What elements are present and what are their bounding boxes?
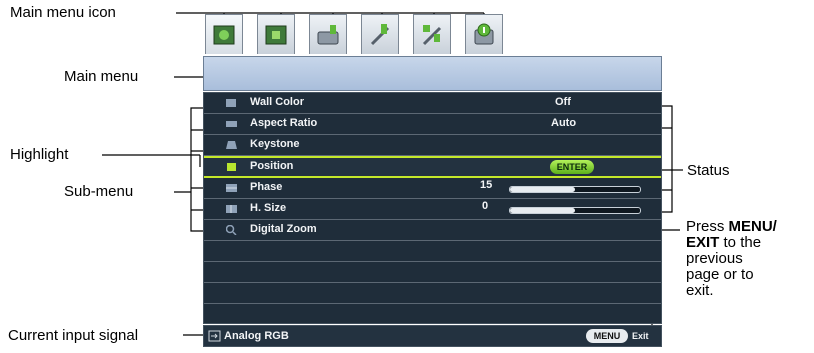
- input-signal-text: Analog RGB: [224, 330, 289, 342]
- keystone-icon: [226, 141, 237, 149]
- tab-settings-basic[interactable]: [361, 14, 399, 54]
- wall-color-icon: [226, 99, 236, 107]
- sub-menu-panel: Wall Color Off Aspect Ratio Auto Keyston…: [203, 92, 662, 324]
- tab-picture[interactable]: [205, 14, 243, 54]
- press-page-or-to: page or to: [686, 266, 754, 283]
- tab-display[interactable]: [309, 14, 347, 54]
- h-size-icon: [226, 205, 237, 213]
- main-menu-title-bar: [203, 56, 662, 91]
- menu-status-bar: Analog RGB MENU Exit: [203, 325, 662, 347]
- digital-zoom-icon: [226, 225, 237, 235]
- menu-item-label: Digital Zoom: [250, 223, 317, 235]
- main-menu-icon-label: Main menu icon: [10, 4, 116, 21]
- tab-picture-advanced[interactable]: [257, 14, 295, 54]
- main-menu-label: Main menu: [64, 68, 139, 85]
- menu-row-empty: [204, 283, 661, 304]
- input-source-icon: [208, 330, 221, 342]
- menu-item-label: Phase: [250, 181, 283, 193]
- phase-slider[interactable]: [509, 186, 641, 193]
- menu-row-aspect-ratio[interactable]: Aspect Ratio Auto: [204, 114, 661, 135]
- press-previous: previous: [686, 250, 743, 267]
- enter-button[interactable]: ENTER: [550, 160, 594, 174]
- menu-row-phase[interactable]: Phase 15: [204, 178, 661, 199]
- menu-button[interactable]: MENU: [586, 329, 628, 343]
- menu-item-value: Auto: [551, 117, 577, 129]
- tab-information[interactable]: [465, 14, 503, 54]
- aspect-ratio-icon: [226, 121, 237, 127]
- h-size-slider[interactable]: [509, 207, 641, 214]
- menu-row-empty: [204, 304, 661, 323]
- press-exit-bold: EXIT: [686, 234, 720, 251]
- menu-item-value: 15: [480, 179, 493, 191]
- h-size-slider-fill: [510, 208, 575, 213]
- menu-row-position[interactable]: Position ENTER: [204, 156, 661, 178]
- menu-item-label: Aspect Ratio: [250, 117, 318, 129]
- menu-row-keystone[interactable]: Keystone: [204, 135, 661, 156]
- menu-row-empty: [204, 241, 661, 262]
- current-input-signal-label: Current input signal: [8, 327, 139, 344]
- press-exit-period: exit.: [686, 282, 714, 299]
- press-menu-exit-label: Press MENU/ EXIT to the previous page or…: [686, 219, 777, 299]
- menu-item-value: 0: [482, 200, 489, 212]
- menu-row-digital-zoom[interactable]: Digital Zoom: [204, 220, 661, 241]
- display-tab-icon: [317, 25, 339, 45]
- press-menu-bold: MENU/: [728, 218, 777, 235]
- menu-row-h-size[interactable]: H. Size 0: [204, 199, 661, 220]
- menu-row-empty: [204, 262, 661, 283]
- phase-icon: [226, 184, 237, 192]
- status-label: Status: [687, 162, 730, 179]
- settings-advanced-tab-icon: [422, 25, 442, 46]
- sub-menu-label: Sub-menu: [64, 183, 134, 200]
- information-tab-icon: [474, 23, 494, 45]
- highlight-label: Highlight: [10, 146, 69, 163]
- picture-tab-icon: [213, 25, 235, 45]
- exit-label: Exit: [632, 331, 649, 341]
- picture-advanced-tab-icon: [265, 25, 287, 45]
- menu-row-wall-color[interactable]: Wall Color Off: [204, 93, 661, 114]
- phase-slider-fill: [510, 187, 575, 192]
- menu-item-label: H. Size: [250, 202, 287, 214]
- settings-basic-tab-icon: [370, 24, 390, 46]
- tab-settings-advanced[interactable]: [413, 14, 451, 54]
- press-text: Press: [686, 218, 729, 235]
- menu-item-label: Keystone: [250, 138, 300, 150]
- position-icon: [227, 163, 236, 171]
- menu-item-value: Off: [555, 96, 571, 108]
- press-to-the: to the: [719, 234, 762, 251]
- menu-item-label: Position: [250, 160, 294, 172]
- menu-item-label: Wall Color: [250, 96, 304, 108]
